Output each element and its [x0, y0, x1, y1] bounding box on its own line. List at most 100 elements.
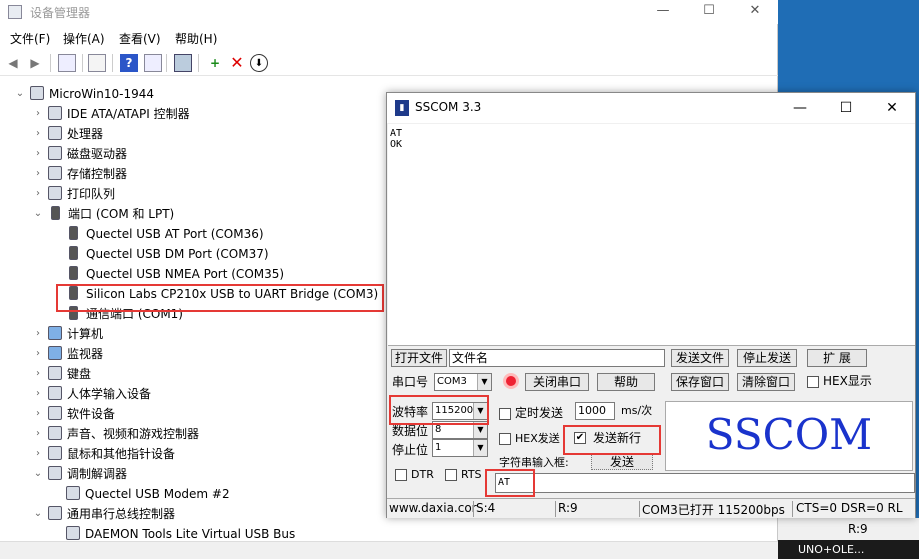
expand-arrow-icon[interactable]: ›	[32, 104, 44, 124]
storage-controller-icon	[48, 166, 62, 180]
help-button[interactable]: 帮助	[597, 373, 655, 391]
tree-node-label: 监视器	[67, 347, 104, 361]
status-site[interactable]: www.daxia.cor	[389, 501, 477, 515]
close-port-button[interactable]: 关闭串口	[525, 373, 589, 391]
send-file-button[interactable]: 发送文件	[671, 349, 729, 367]
expand-button[interactable]: 扩 展	[807, 349, 867, 367]
status-bar: www.daxia.cor S:4 R:9 COM3已打开 115200bps …	[387, 498, 915, 518]
collapse-arrow-icon[interactable]: ⌄	[32, 204, 44, 224]
tree-item[interactable]: › IDE ATA/ATAPI 控制器	[36, 104, 190, 124]
send-input[interactable]: AT	[495, 473, 915, 493]
interval-field[interactable]: 1000	[575, 402, 615, 420]
tree-item[interactable]: Quectel USB Modem #2	[66, 484, 230, 504]
expand-arrow-icon[interactable]: ›	[32, 424, 44, 444]
save-window-button[interactable]: 保存窗口	[671, 373, 729, 391]
monitor-icon[interactable]	[174, 54, 192, 72]
taskbar[interactable]: UNO+OLE...	[778, 540, 919, 559]
status-sent-count: S:4	[476, 501, 496, 515]
expand-arrow-icon[interactable]: ›	[32, 364, 44, 384]
scan-hardware-icon[interactable]: ⬇	[250, 54, 268, 72]
expand-arrow-icon[interactable]: ›	[32, 384, 44, 404]
stopbits-value: 1	[435, 442, 442, 453]
port-select[interactable]: COM3 ▼	[434, 373, 492, 391]
maximize-button[interactable]: ☐	[823, 93, 869, 123]
send-button[interactable]: 发送	[591, 454, 653, 470]
collapse-arrow-icon[interactable]: ⌄	[32, 504, 44, 524]
tree-item[interactable]: › 监视器	[36, 344, 104, 364]
menu-file[interactable]: 文件(F)	[10, 30, 50, 47]
expand-arrow-icon[interactable]: ›	[32, 444, 44, 464]
toolbar-divider	[198, 54, 199, 72]
expand-arrow-icon[interactable]: ›	[32, 344, 44, 364]
speaker-icon	[48, 426, 62, 440]
tree-item[interactable]: › 打印队列	[36, 184, 115, 204]
remove-device-icon[interactable]: ✕	[228, 54, 246, 72]
clear-window-button[interactable]: 清除窗口	[737, 373, 795, 391]
rts-checkbox[interactable]	[445, 469, 457, 481]
tree-node-label: 存储控制器	[67, 167, 128, 181]
receive-area[interactable]: AT OK	[388, 124, 915, 346]
hex-display-checkbox[interactable]	[807, 376, 819, 388]
tree-node-label: Quectel USB NMEA Port (COM35)	[86, 267, 285, 281]
view-icon[interactable]	[144, 54, 162, 72]
close-button[interactable]: ✕	[732, 0, 778, 24]
tree-item[interactable]: › 软件设备	[36, 404, 115, 424]
add-driver-icon[interactable]: +	[206, 54, 224, 72]
status-port-state: COM3已打开 115200bps	[642, 503, 785, 517]
device-manager-icon	[8, 5, 22, 19]
stop-send-button[interactable]: 停止发送	[737, 349, 797, 367]
back-arrow-icon[interactable]: ◀	[4, 54, 22, 72]
hex-send-checkbox[interactable]	[499, 433, 511, 445]
tree-item[interactable]: › 鼠标和其他指针设备	[36, 444, 175, 464]
status-divider	[555, 501, 556, 517]
tree-item[interactable]: › 人体学输入设备	[36, 384, 151, 404]
minimize-button[interactable]: —	[777, 93, 823, 123]
collapse-arrow-icon[interactable]: ⌄	[32, 464, 44, 484]
expand-arrow-icon[interactable]: ›	[32, 164, 44, 184]
close-button[interactable]: ✕	[869, 93, 915, 123]
sscom-titlebar: ▮ SSCOM 3.3 — ☐ ✕	[387, 93, 915, 123]
tree-item[interactable]: ⌄ 调制解调器	[34, 464, 127, 484]
tree-item[interactable]: › 计算机	[36, 324, 104, 344]
databits-label: 数据位	[392, 424, 429, 438]
dtr-checkbox[interactable]	[395, 469, 407, 481]
tree-node-label: DAEMON Tools Lite Virtual USB Bus	[85, 527, 296, 541]
expand-arrow-icon[interactable]: ›	[32, 404, 44, 424]
device-manager-titlebar: 设备管理器 — ☐ ✕	[0, 0, 778, 24]
forward-arrow-icon[interactable]: ▶	[26, 54, 44, 72]
minimize-button[interactable]: —	[640, 0, 686, 24]
tree-item-ports[interactable]: ⌄ 端口 (COM 和 LPT)	[34, 204, 174, 224]
databits-value: 8	[435, 424, 442, 435]
properties-icon[interactable]	[58, 54, 76, 72]
expand-arrow-icon[interactable]: ›	[32, 324, 44, 344]
tree-item[interactable]: Quectel USB DM Port (COM37)	[66, 244, 269, 264]
port-label: 串口号	[392, 375, 429, 389]
toolbar-divider	[166, 54, 167, 72]
tree-item[interactable]: › 声音、视频和游戏控制器	[36, 424, 199, 444]
tree-item[interactable]: › 存储控制器	[36, 164, 128, 184]
tree-node-label: 计算机	[67, 327, 104, 341]
timed-send-checkbox[interactable]	[499, 408, 511, 420]
tree-item[interactable]: › 处理器	[36, 124, 103, 144]
help-icon[interactable]: ?	[120, 54, 138, 72]
tree-item[interactable]: ⌄ 通用串行总线控制器	[34, 504, 175, 524]
device-manager-title: 设备管理器	[30, 6, 91, 20]
tree-item[interactable]: Quectel USB AT Port (COM36)	[66, 224, 264, 244]
tree-item[interactable]: › 键盘	[36, 364, 91, 384]
expand-arrow-icon[interactable]: ›	[32, 144, 44, 164]
filename-field[interactable]: 文件名	[449, 349, 665, 367]
tree-item[interactable]: › 磁盘驱动器	[36, 144, 127, 164]
update-icon[interactable]	[88, 54, 106, 72]
tree-root[interactable]: ⌄ MicroWin10-1944	[16, 84, 154, 104]
tree-item[interactable]: Quectel USB NMEA Port (COM35)	[66, 264, 284, 284]
menu-view[interactable]: 查看(V)	[119, 30, 161, 47]
open-file-button[interactable]: 打开文件	[391, 349, 447, 367]
collapse-arrow-icon[interactable]: ⌄	[14, 84, 26, 104]
expand-arrow-icon[interactable]: ›	[32, 124, 44, 144]
expand-arrow-icon[interactable]: ›	[32, 184, 44, 204]
menu-action[interactable]: 操作(A)	[63, 30, 105, 47]
stopbits-select[interactable]: 1 ▼	[432, 439, 488, 457]
maximize-button[interactable]: ☐	[686, 0, 732, 24]
horizontal-scrollbar[interactable]	[0, 541, 778, 559]
menu-help[interactable]: 帮助(H)	[175, 30, 217, 47]
